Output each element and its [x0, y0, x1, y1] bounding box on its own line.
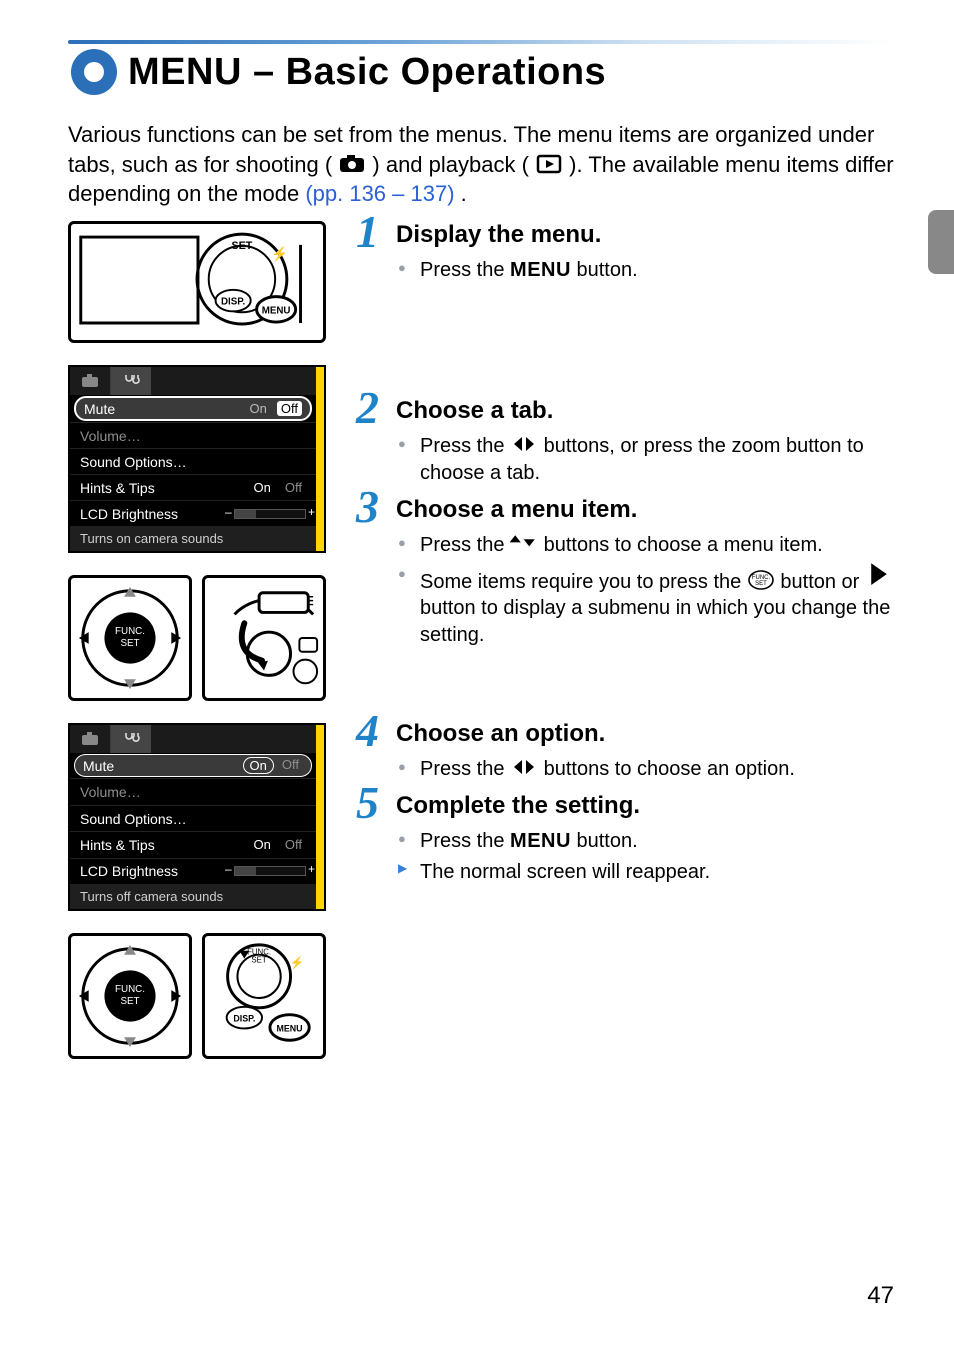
svg-text:FUNC.: FUNC. — [115, 984, 145, 995]
lcd-description-2: Turns off camera sounds — [70, 884, 316, 909]
section-thumb-tab — [928, 210, 954, 274]
step-4: 4 Choose an option. Press the buttons to… — [356, 720, 894, 784]
playback-icon — [535, 153, 563, 175]
illustration-dpad-1: FUNC. SET — [68, 575, 192, 701]
right-arrow-icon — [865, 563, 893, 585]
lcd-row-volume-2: Volume… — [70, 778, 316, 804]
step-2-title: Choose a tab. — [396, 397, 894, 425]
step-1-title: Display the menu. — [396, 221, 894, 249]
lcd-tab-shooting — [70, 367, 111, 395]
step-4-title: Choose an option. — [396, 720, 894, 748]
page-title: MENU – Basic Operations — [128, 51, 606, 94]
svg-text:MENU: MENU — [262, 305, 291, 316]
svg-text:⚡: ⚡ — [290, 956, 305, 970]
lcd-row-sound-options-2: Sound Options… — [70, 805, 316, 831]
func-set-icon: FUNC.SET — [747, 569, 775, 591]
step-2: 2 Choose a tab. Press the buttons, or pr… — [356, 397, 894, 488]
lcd-row-sound-options: Sound Options… — [70, 448, 316, 474]
illustration-controls-row-1: FUNC. SET — [68, 575, 326, 701]
lcd-row-mute-2: Mute OnOff — [74, 754, 312, 777]
step-5-bullet-2: The normal screen will reappear. — [420, 857, 894, 887]
svg-text:DISP.: DISP. — [221, 297, 245, 308]
step-3: 3 Choose a menu item. Press the buttons … — [356, 496, 894, 650]
illustration-dpad-2: FUNC. SET — [68, 933, 192, 1059]
title-bullet-icon — [68, 46, 120, 98]
page-title-row: MENU – Basic Operations — [68, 46, 894, 98]
lcd-row-brightness: LCD Brightness — [70, 500, 316, 526]
left-right-arrows-icon — [510, 433, 538, 455]
up-down-arrows-icon — [510, 532, 538, 554]
illustration-controls-row-2: FUNC. SET FUNC. SET ⚡ DISP. — [68, 933, 326, 1059]
lcd-menu-mute-off: Mute OnOff Volume… Sound Options… Hints … — [68, 365, 326, 553]
page-reference-link[interactable]: (pp. 136 – 137) — [305, 181, 454, 206]
step-3-bullet-2: Some items require you to press the FUNC… — [420, 561, 894, 650]
lcd-menu-mute-on: Mute OnOff Volume… Sound Options… Hints … — [68, 723, 326, 911]
steps-column: 1 Display the menu. Press the MENU butto… — [356, 221, 894, 1059]
step-1-bullet-1: Press the MENU button. — [420, 255, 894, 285]
svg-text:SET: SET — [231, 240, 252, 252]
lcd-tab-setup-2 — [111, 725, 151, 753]
svg-text:⚡: ⚡ — [271, 246, 288, 263]
step-1: 1 Display the menu. Press the MENU butto… — [356, 221, 894, 285]
svg-text:DISP.: DISP. — [233, 1014, 255, 1024]
svg-text:SET: SET — [120, 638, 139, 649]
illustration-camera-back-1: SET DISP. MENU ⚡ — [68, 221, 326, 343]
camera-icon — [338, 153, 366, 175]
step-2-bullet-1: Press the buttons, or press the zoom but… — [420, 431, 894, 488]
page-number: 47 — [867, 1282, 894, 1310]
left-right-arrows-icon-2 — [510, 756, 538, 778]
svg-text:SET: SET — [251, 956, 266, 965]
lcd-row-hints: Hints & TipsOnOff — [70, 474, 316, 500]
lcd-row-mute: Mute OnOff — [74, 396, 312, 421]
step-3-bullet-1: Press the buttons to choose a menu item. — [420, 530, 894, 560]
lcd-description-1: Turns on camera sounds — [70, 526, 316, 551]
svg-text:MENU: MENU — [277, 1023, 303, 1033]
step-3-title: Choose a menu item. — [396, 496, 894, 524]
lcd-row-volume: Volume… — [70, 422, 316, 448]
lcd-row-hints-2: Hints & TipsOnOff — [70, 831, 316, 857]
step-4-bullet-1: Press the buttons to choose an option. — [420, 754, 894, 784]
intro-paragraph: Various functions can be set from the me… — [68, 120, 894, 209]
svg-text:SET: SET — [120, 996, 139, 1007]
lcd-row-brightness-2: LCD Brightness — [70, 858, 316, 884]
lcd-tab-setup — [111, 367, 151, 395]
header-gradient-strip — [68, 40, 894, 44]
step-5-bullet-1: Press the MENU button. — [420, 826, 894, 856]
lcd-tab-shooting-2 — [70, 725, 111, 753]
illustration-zoom — [202, 575, 326, 701]
step-5: 5 Complete the setting. Press the MENU b… — [356, 792, 894, 887]
svg-text:FUNC.: FUNC. — [115, 626, 145, 637]
illustration-camera-back-2: FUNC. SET ⚡ DISP. MENU — [202, 933, 326, 1059]
step-5-title: Complete the setting. — [396, 792, 894, 820]
svg-text:SET: SET — [755, 581, 767, 587]
